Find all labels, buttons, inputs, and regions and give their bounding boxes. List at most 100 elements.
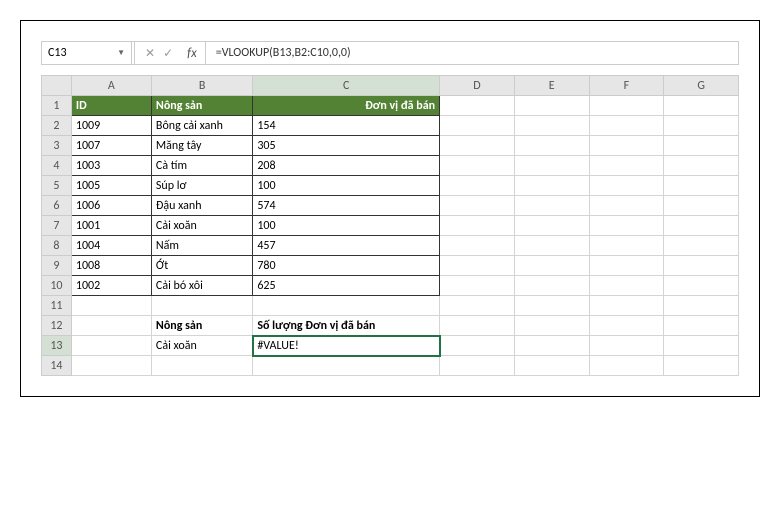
cell[interactable] [664, 216, 739, 236]
cell[interactable] [664, 256, 739, 276]
cell[interactable] [71, 296, 151, 316]
cell[interactable] [589, 276, 664, 296]
cell[interactable] [514, 96, 589, 116]
cell[interactable] [589, 356, 664, 376]
row-header-14[interactable]: 14 [42, 356, 72, 376]
cell[interactable] [589, 136, 664, 156]
cell-name[interactable]: Đậu xanh [151, 196, 252, 216]
cell-units[interactable]: 305 [253, 136, 440, 156]
cell[interactable] [589, 256, 664, 276]
header-id[interactable]: ID [71, 96, 151, 116]
col-header-A[interactable]: A [71, 76, 151, 96]
cell[interactable] [589, 296, 664, 316]
col-header-B[interactable]: B [151, 76, 252, 96]
spreadsheet-grid[interactable]: A B C D E F G 1 ID Nông sản Đơn vị đã bá… [41, 75, 739, 376]
cell[interactable] [664, 116, 739, 136]
cell[interactable] [514, 116, 589, 136]
cell[interactable] [589, 196, 664, 216]
row-header-3[interactable]: 3 [42, 136, 72, 156]
cell[interactable] [440, 296, 515, 316]
cell[interactable] [514, 256, 589, 276]
cell[interactable] [253, 356, 440, 376]
row-header-9[interactable]: 9 [42, 256, 72, 276]
cell-units[interactable]: 625 [253, 276, 440, 296]
cell[interactable] [151, 356, 252, 376]
row-header-10[interactable]: 10 [42, 276, 72, 296]
cell-id[interactable]: 1009 [71, 116, 151, 136]
cell[interactable] [664, 316, 739, 336]
cell-id[interactable]: 1007 [71, 136, 151, 156]
cell-units[interactable]: 100 [253, 216, 440, 236]
cell-units[interactable]: 154 [253, 116, 440, 136]
cell[interactable] [440, 136, 515, 156]
cell-units[interactable]: 780 [253, 256, 440, 276]
cell-name[interactable]: Súp lơ [151, 176, 252, 196]
cell[interactable] [71, 356, 151, 376]
cell[interactable] [71, 316, 151, 336]
cell[interactable] [514, 316, 589, 336]
cell[interactable] [514, 136, 589, 156]
cell[interactable] [514, 156, 589, 176]
cell[interactable] [440, 216, 515, 236]
cell[interactable] [514, 296, 589, 316]
cell-id[interactable]: 1006 [71, 196, 151, 216]
cell-units[interactable]: 574 [253, 196, 440, 216]
col-header-C[interactable]: C [253, 76, 440, 96]
cell[interactable] [71, 336, 151, 356]
chevron-down-icon[interactable]: ▼ [117, 48, 125, 58]
cell[interactable] [440, 196, 515, 216]
cell[interactable] [664, 356, 739, 376]
cell-name[interactable]: Cải xoăn [151, 216, 252, 236]
cell[interactable] [664, 196, 739, 216]
cell[interactable] [664, 96, 739, 116]
cell[interactable] [440, 316, 515, 336]
col-header-D[interactable]: D [440, 76, 515, 96]
row-header-2[interactable]: 2 [42, 116, 72, 136]
cell-id[interactable]: 1003 [71, 156, 151, 176]
cell[interactable] [589, 96, 664, 116]
cell[interactable] [664, 176, 739, 196]
cell[interactable] [253, 296, 440, 316]
header-product[interactable]: Nông sản [151, 96, 252, 116]
cell[interactable] [589, 316, 664, 336]
col-header-F[interactable]: F [589, 76, 664, 96]
cell-name[interactable]: Nấm [151, 236, 252, 256]
cell-id[interactable]: 1008 [71, 256, 151, 276]
cell[interactable] [664, 276, 739, 296]
cell[interactable] [440, 336, 515, 356]
cell[interactable] [440, 256, 515, 276]
lookup-header-product[interactable]: Nông sản [151, 316, 252, 336]
cell[interactable] [589, 156, 664, 176]
cell[interactable] [440, 236, 515, 256]
cell[interactable] [514, 236, 589, 256]
cell-name[interactable]: Cải bó xôi [151, 276, 252, 296]
cell[interactable] [514, 276, 589, 296]
cell[interactable] [440, 176, 515, 196]
name-box[interactable]: C13 ▼ [42, 42, 132, 64]
cell[interactable] [514, 216, 589, 236]
header-units[interactable]: Đơn vị đã bán [253, 96, 440, 116]
cancel-icon[interactable]: ✕ [145, 46, 155, 61]
row-header-8[interactable]: 8 [42, 236, 72, 256]
cell-id[interactable]: 1004 [71, 236, 151, 256]
cell-name[interactable]: Ớt [151, 256, 252, 276]
row-header-1[interactable]: 1 [42, 96, 72, 116]
cell[interactable] [589, 236, 664, 256]
cell[interactable] [440, 276, 515, 296]
cell[interactable] [664, 336, 739, 356]
cell[interactable] [514, 176, 589, 196]
cell-units[interactable]: 208 [253, 156, 440, 176]
cell[interactable] [664, 236, 739, 256]
active-cell-C13[interactable]: #VALUE! [253, 336, 440, 356]
cell[interactable] [589, 176, 664, 196]
cell[interactable] [151, 296, 252, 316]
cell[interactable] [664, 136, 739, 156]
row-header-5[interactable]: 5 [42, 176, 72, 196]
row-header-6[interactable]: 6 [42, 196, 72, 216]
cell[interactable] [514, 356, 589, 376]
cell-name[interactable]: Bông cải xanh [151, 116, 252, 136]
cell-id[interactable]: 1005 [71, 176, 151, 196]
row-header-11[interactable]: 11 [42, 296, 72, 316]
col-header-E[interactable]: E [514, 76, 589, 96]
cell[interactable] [514, 196, 589, 216]
